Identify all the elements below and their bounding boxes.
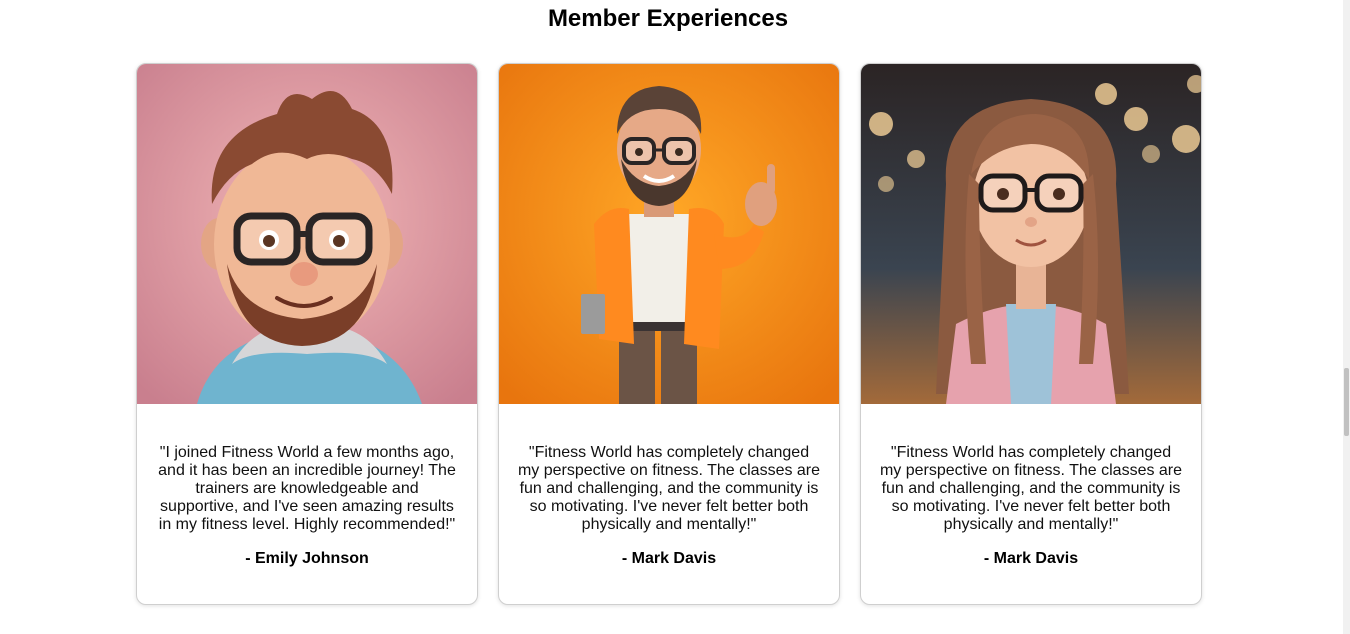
testimonial-card: "Fitness World has completely changed my… [860,63,1202,605]
testimonial-body: "Fitness World has completely changed my… [861,404,1201,568]
testimonial-body: "I joined Fitness World a few months ago… [137,404,477,568]
testimonial-quote: "Fitness World has completely changed my… [517,444,821,533]
testimonial-quote: "Fitness World has completely changed my… [879,444,1183,533]
avatar [861,64,1201,404]
man-orange-jacket-avatar-image [499,64,839,404]
testimonial-author: - Emily Johnson [245,550,369,567]
page: Member Experiences "I joined Fitness Wor… [0,0,1350,634]
testimonial-body: "Fitness World has completely changed my… [499,404,839,568]
testimonial-author: - Mark Davis [983,550,1079,567]
testimonial-author: - Mark Davis [621,550,717,567]
page-scrollbar[interactable] [1343,0,1350,634]
testimonial-card: "I joined Fitness World a few months ago… [136,63,478,605]
avatar [137,64,477,404]
section-title: Member Experiences [547,5,789,32]
testimonial-cards: "I joined Fitness World a few months ago… [136,63,1202,605]
girl-long-hair-glasses-avatar-image [861,64,1201,404]
scrollbar-thumb[interactable] [1344,368,1349,436]
testimonial-quote: "I joined Fitness World a few months ago… [158,444,456,533]
testimonial-card: "Fitness World has completely changed my… [498,63,840,605]
bearded-man-glasses-avatar-image [137,64,477,404]
avatar [499,64,839,404]
